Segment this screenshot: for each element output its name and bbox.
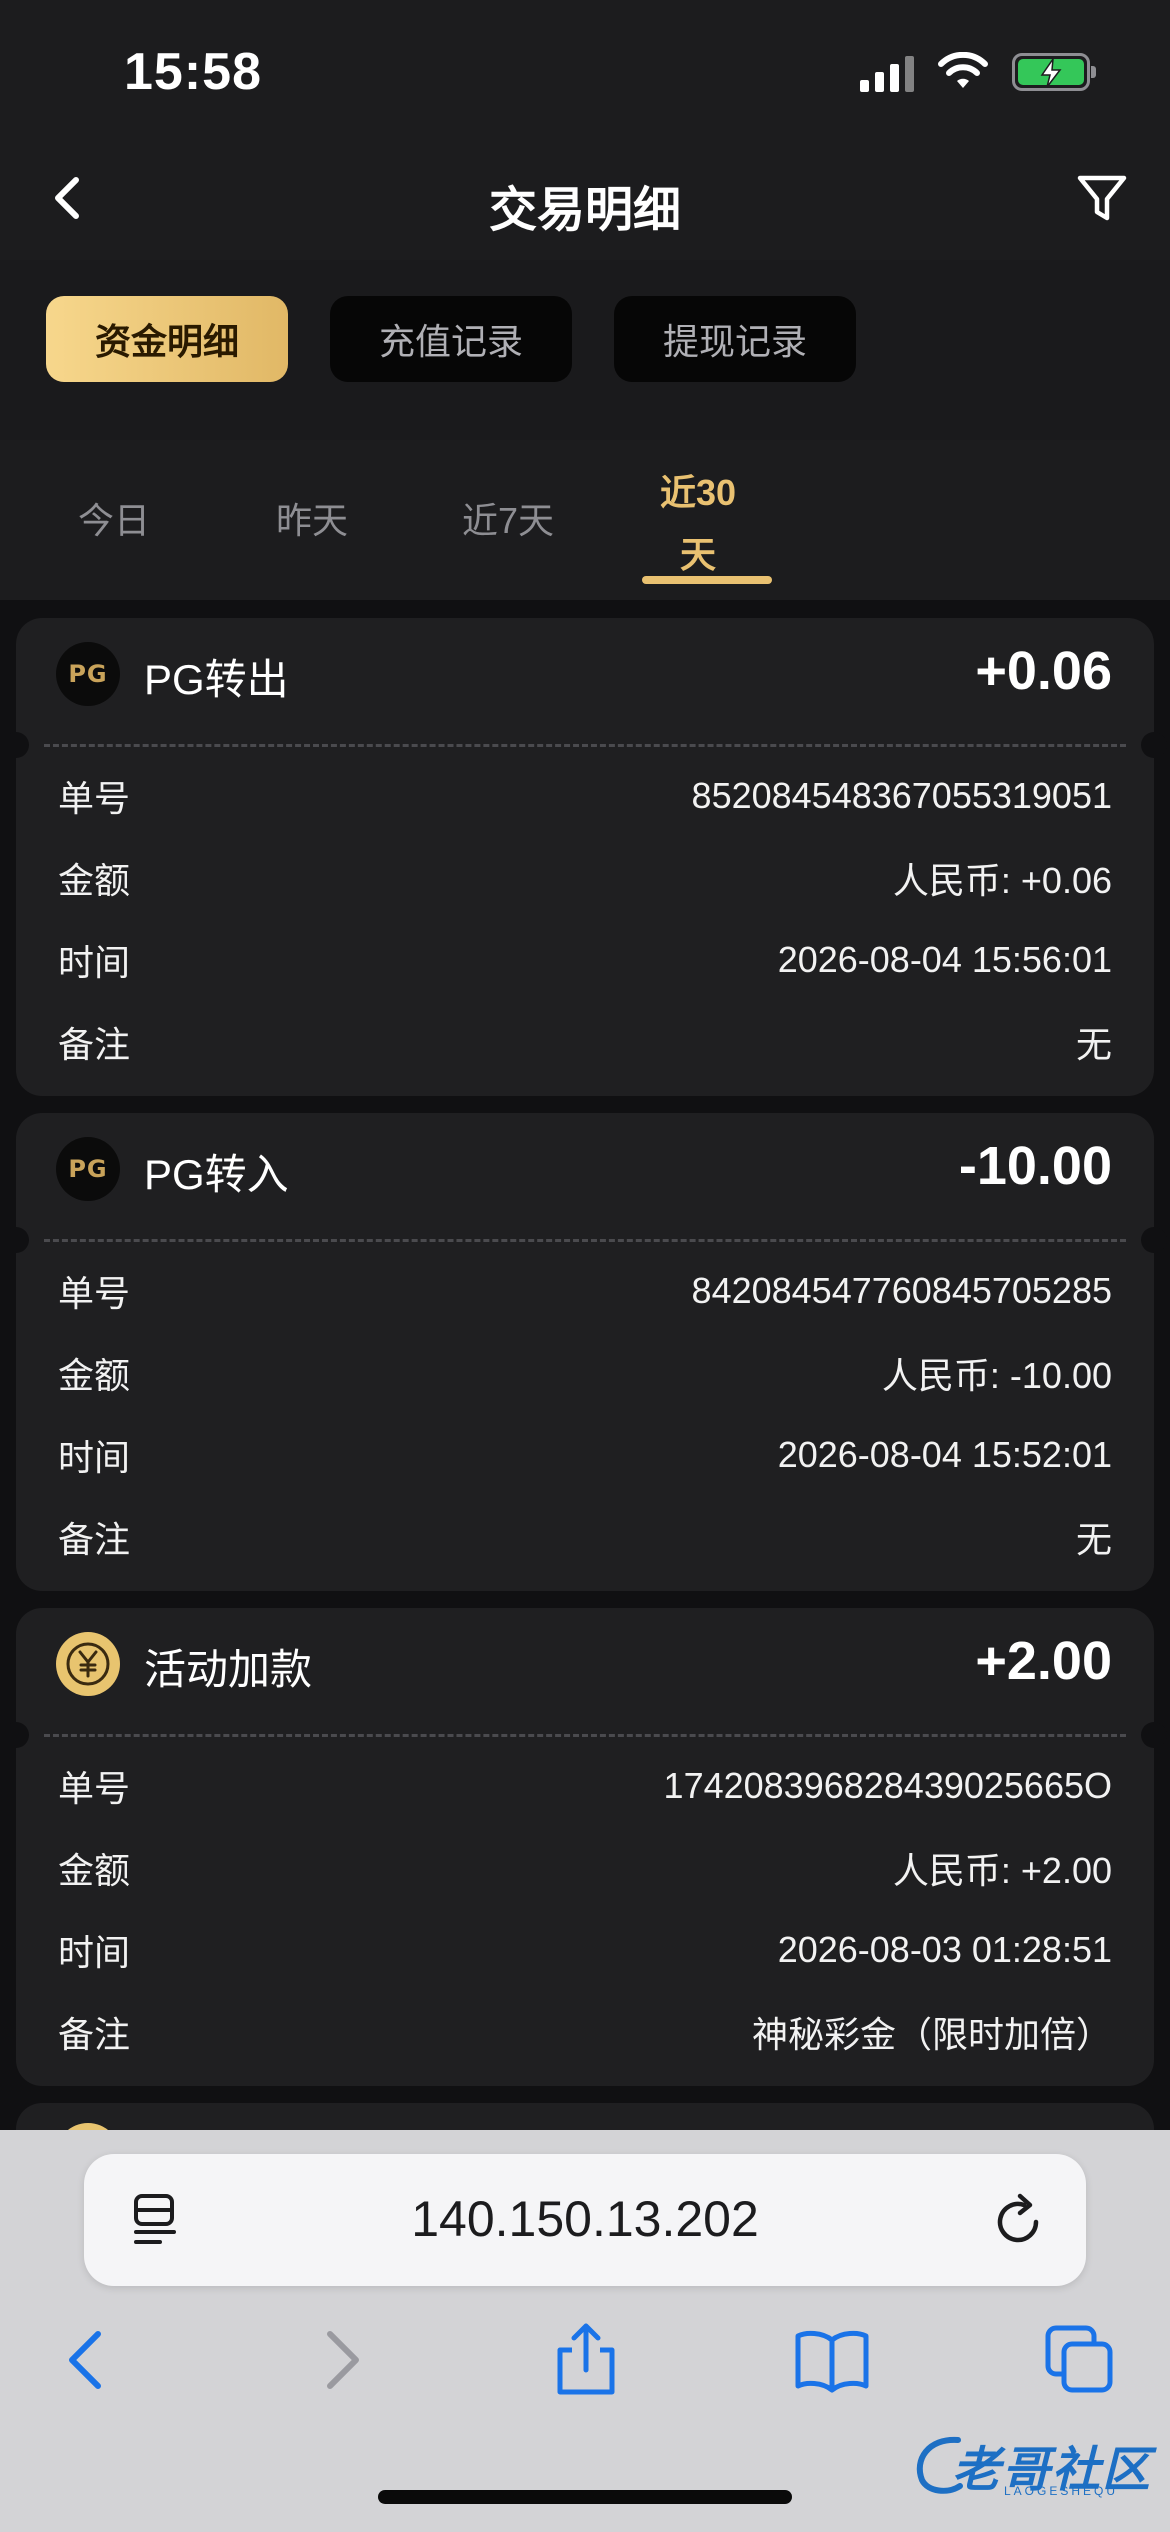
period-tabs: 今日 昨天 近7天 近30 天 [0,440,1170,600]
order-number: 842084547760845705285 [691,1270,1112,1311]
tabs-icon[interactable] [1040,2320,1120,2400]
time-row: 时间 2026-08-04 15:52:01 [58,1425,1112,1485]
amount-value: 人民币: +0.06 [892,860,1112,901]
card-notch-right [1141,1227,1167,1253]
period-today[interactable]: 今日 [78,492,150,544]
watermark-subtext: LAOGESHEQU [1004,2484,1119,2498]
navigation-bar: 交易明细 [0,140,1170,260]
remark-row: 备注 神秘彩金（限时加倍） [58,2002,1112,2062]
share-icon[interactable] [546,2320,626,2400]
amount-label: 金额 [58,1850,131,1891]
remark-label: 备注 [58,1519,131,1560]
order-label: 单号 [58,1768,131,1809]
time-value: 2026-08-04 15:56:01 [777,939,1112,980]
time-value: 2026-08-03 01:28:51 [777,1929,1112,1970]
tab-deposit-records[interactable]: 充值记录 [330,296,572,382]
order-number: 174208396828439025665O [663,1765,1112,1806]
address-bar[interactable]: 140.150.13.202 [84,2154,1086,2286]
remark-value: 无 [1075,1024,1112,1065]
home-indicator [378,2490,792,2504]
amount-value: 人民币: +2.00 [892,1850,1112,1891]
battery-icon [1012,53,1096,91]
transaction-card[interactable]: PG PG转出 +0.06 单号 852084548367055319051 金额… [3,618,1167,1096]
reload-icon[interactable] [990,2190,1046,2250]
period-30-days-line1: 近30 [660,472,737,513]
browser-toolbar [0,2320,1170,2440]
card-notch-left [3,1227,29,1253]
divider [44,744,1126,747]
amount-row: 金额 人民币: +2.00 [58,1838,1112,1898]
pg-logo-icon: PG [56,1137,120,1201]
amount-label: 金额 [58,1355,131,1396]
time-row: 时间 2026-08-04 15:56:01 [58,930,1112,990]
period-yesterday[interactable]: 昨天 [276,492,348,544]
transaction-card[interactable]: PG PG转入 -10.00 单号 842084547760845705285 金… [3,1113,1167,1591]
filter-icon [1077,175,1127,221]
pg-logo-icon: PG [56,642,120,706]
amount-value: 人民币: -10.00 [881,1355,1112,1396]
period-7-days[interactable]: 近7天 [462,492,554,544]
browser-forward-icon[interactable] [300,2320,380,2400]
coin-icon [56,1632,120,1696]
remark-row: 备注 无 [58,1012,1112,1072]
tab-withdrawal-records[interactable]: 提现记录 [614,296,856,382]
time-label: 时间 [58,942,131,983]
page-title: 交易明细 [488,184,681,237]
card-notch-right [1141,732,1167,758]
order-number: 852084548367055319051 [691,775,1112,816]
time-label: 时间 [58,1932,131,1973]
card-notch-left [3,1722,29,1748]
browser-back-icon[interactable] [48,2320,128,2400]
transaction-amount: -10.00 [958,1136,1112,1196]
transaction-amount: +2.00 [975,1631,1112,1691]
bookmarks-icon[interactable] [792,2320,872,2400]
remark-value: 神秘彩金（限时加倍） [751,2014,1112,2055]
yuan-coin-icon [66,1642,110,1686]
tab-fund-details[interactable]: 资金明细 [46,296,288,382]
card-notch-right [1141,1722,1167,1748]
transaction-card[interactable]: 活动加款 +2.00 单号 174208396828439025665O 金额 人民… [3,1608,1167,2086]
time-value: 2026-08-04 15:52:01 [777,1434,1112,1475]
watermark-logo: 老哥社区 LAOGESHEQU [908,2424,1158,2504]
amount-row: 金额 人民币: -10.00 [58,1343,1112,1403]
card-notch-left [3,732,29,758]
remark-row: 备注 无 [58,1507,1112,1567]
category-tabs: 资金明细 充值记录 提现记录 [46,296,856,382]
remark-value: 无 [1075,1519,1112,1560]
amount-label: 金额 [58,860,131,901]
transaction-type: PG转出 [144,656,289,703]
remark-label: 备注 [58,1024,131,1065]
status-bar: 15:58 [0,0,1170,140]
cellular-signal-icon [860,52,914,92]
order-row: 单号 174208396828439025665O [58,1756,1112,1816]
status-icons [860,52,1096,92]
url-text: 140.150.13.202 [411,2191,759,2247]
period-30-days[interactable]: 近30 天 [660,462,736,586]
divider [44,1239,1126,1242]
transaction-amount: +0.06 [975,641,1112,701]
transaction-type: 活动加款 [144,1646,313,1693]
amount-row: 金额 人民币: +0.06 [58,848,1112,908]
status-time: 15:58 [124,43,262,101]
time-row: 时间 2026-08-03 01:28:51 [58,1920,1112,1980]
remark-label: 备注 [58,2014,131,2055]
order-row: 单号 842084547760845705285 [58,1261,1112,1321]
divider [44,1734,1126,1737]
filter-button[interactable] [1074,170,1130,226]
time-label: 时间 [58,1437,131,1478]
order-label: 单号 [58,778,131,819]
transaction-type: PG转入 [144,1151,289,1198]
wifi-icon [938,52,988,88]
order-label: 单号 [58,1273,131,1314]
active-period-indicator [642,576,772,584]
order-row: 单号 852084548367055319051 [58,766,1112,826]
